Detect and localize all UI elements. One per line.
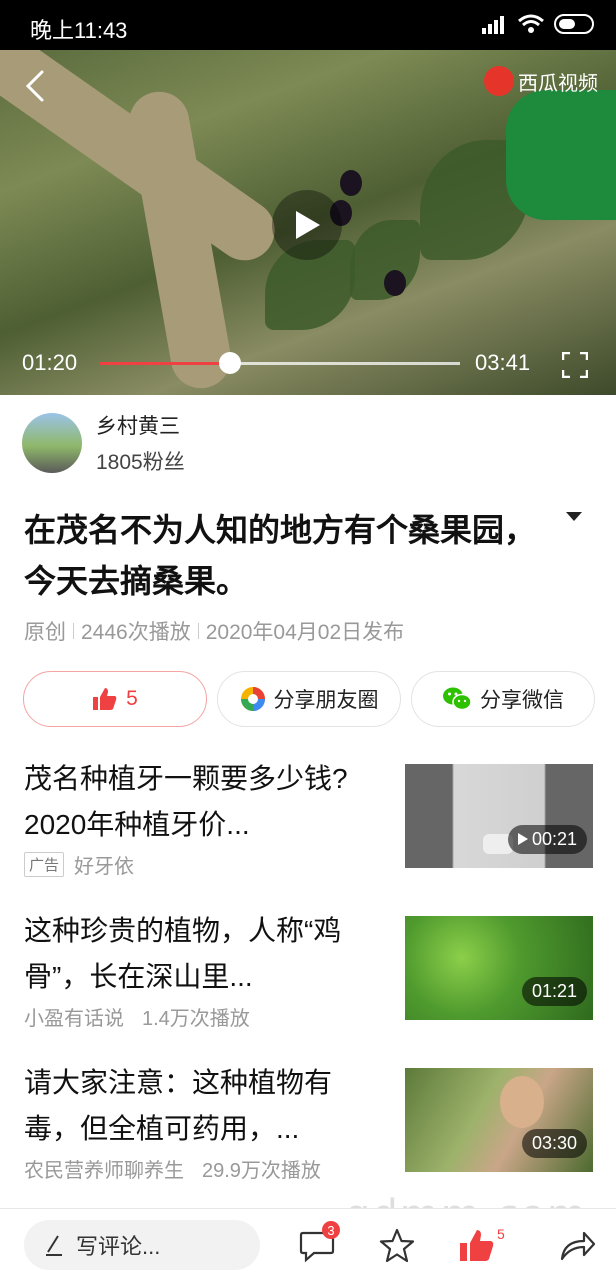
status-time: 晚上11:43 — [30, 18, 128, 43]
pen-icon — [46, 1235, 62, 1256]
back-icon[interactable] — [18, 68, 54, 104]
meta-play-count: 2446次播放 — [81, 621, 191, 644]
meta-divider — [197, 623, 199, 639]
expand-arrow-icon[interactable] — [564, 510, 584, 524]
feed-thumbnail[interactable]: 01:21 — [405, 916, 593, 1020]
star-icon[interactable] — [378, 1227, 416, 1265]
ad-tag: 广告 — [24, 852, 65, 877]
meta-divider — [73, 623, 74, 639]
thumbnail-person — [500, 1076, 544, 1128]
play-button[interactable] — [272, 190, 342, 260]
share-moments-label: 分享朋友圈 — [273, 689, 379, 712]
comment-input[interactable]: 写评论... — [24, 1220, 260, 1270]
video-duration: 00:21 — [507, 825, 587, 854]
feed-play-count: 29.9万次播放 — [202, 1160, 321, 1182]
feed-title: 请大家注意：这种植物有毒，但全植可药用，... — [24, 1067, 333, 1144]
xigua-logo-icon — [484, 66, 514, 96]
video-duration: 03:30 — [521, 1129, 587, 1158]
like-count: 5 — [126, 687, 138, 710]
video-title: 在茂名不为人知的地方有个桑果园，今天去摘桑果。 — [24, 512, 537, 599]
meta-original: 原创 — [24, 621, 66, 644]
video-frame-berry — [384, 270, 406, 296]
video-duration: 01:21 — [521, 977, 587, 1006]
wifi-icon — [518, 14, 544, 33]
list-item[interactable]: 茂名种植牙一颗要多少钱? 2020年种植牙价... 广告 好牙依 00:21 — [0, 756, 616, 878]
author-row[interactable]: 乡村黄三 1805粉丝 — [22, 412, 185, 474]
signal-icon — [482, 16, 504, 34]
share-wechat-button[interactable]: 分享微信 — [411, 671, 595, 727]
author-info: 乡村黄三 1805粉丝 — [96, 410, 185, 476]
feed-text: 茂名种植牙一颗要多少钱? 2020年种植牙价... 广告 好牙依 — [24, 756, 374, 879]
feed-text: 这种珍贵的植物，人称“鸡骨”，长在深山里... 小盈有话说 1.4万次播放 — [24, 908, 374, 1031]
video-player[interactable]: 西瓜视频 01:20 03:41 — [0, 50, 616, 395]
thumbs-up-icon — [93, 688, 117, 710]
feed-title: 这种珍贵的植物，人称“鸡骨”，长在深山里... — [24, 915, 342, 992]
feed-thumbnail[interactable]: 03:30 — [405, 1068, 593, 1172]
play-small-icon — [517, 833, 528, 845]
wechat-icon — [443, 687, 472, 711]
current-time: 01:20 — [22, 350, 78, 375]
play-icon — [296, 211, 320, 239]
feed-thumbnail[interactable]: 00:21 — [405, 764, 593, 868]
avatar[interactable] — [22, 413, 82, 473]
author-fans: 1805粉丝 — [96, 451, 185, 474]
progress-knob[interactable] — [218, 352, 241, 374]
feed-source: 农民营养师聊养生 — [24, 1160, 184, 1182]
share-wechat-label: 分享微信 — [480, 689, 564, 712]
feed-sub: 广告 好牙依 — [24, 850, 374, 879]
moments-icon — [240, 687, 265, 711]
source-logo-text: 西瓜视频 — [518, 72, 598, 95]
status-bar: 晚上11:43 — [0, 0, 616, 50]
comment-placeholder: 写评论... — [76, 1234, 161, 1259]
video-frame-berry — [340, 170, 362, 196]
bottom-bar: 写评论... 3 — [0, 1208, 616, 1280]
video-meta: 原创 2446次播放 2020年04月02日发布 — [24, 616, 404, 646]
battery-icon — [554, 14, 594, 34]
action-buttons: 5 分享朋友圈 分享微信 — [23, 671, 595, 727]
feed-title: 茂名种植牙一颗要多少钱? 2020年种植牙价... — [24, 763, 348, 840]
progress-slider[interactable] — [100, 352, 460, 374]
bottom-like-count: 5 — [497, 1226, 505, 1242]
status-icons — [482, 14, 594, 34]
list-item[interactable]: 请大家注意：这种植物有毒，但全植可药用，... 农民营养师聊养生 29.9万次播… — [0, 1060, 616, 1182]
comment-badge: 3 — [322, 1221, 340, 1239]
source-logo: 西瓜视频 — [484, 66, 598, 96]
feed-text: 请大家注意：这种植物有毒，但全植可药用，... 农民营养师聊养生 29.9万次播… — [24, 1060, 374, 1183]
feed-source: 小盈有话说 — [24, 1008, 124, 1030]
share-icon[interactable] — [558, 1227, 596, 1265]
feed-sub: 农民营养师聊养生 29.9万次播放 — [24, 1154, 374, 1183]
progress-fill — [100, 362, 230, 365]
feed-play-count: 1.4万次播放 — [142, 1008, 250, 1030]
feed-sub: 小盈有话说 1.4万次播放 — [24, 1002, 374, 1031]
video-duration-text: 00:21 — [531, 829, 577, 849]
like-icon[interactable] — [458, 1227, 496, 1265]
fullscreen-icon[interactable] — [562, 352, 588, 378]
list-item[interactable]: 这种珍贵的植物，人称“鸡骨”，长在深山里... 小盈有话说 1.4万次播放 01… — [0, 908, 616, 1030]
feed-source: 好牙依 — [74, 856, 135, 878]
author-name[interactable]: 乡村黄三 — [96, 410, 185, 440]
share-moments-button[interactable]: 分享朋友圈 — [217, 671, 401, 727]
meta-publish-date: 2020年04月02日发布 — [205, 621, 405, 644]
video-frame-sleeve — [506, 90, 616, 220]
total-time: 03:41 — [475, 350, 531, 375]
like-button[interactable]: 5 — [23, 671, 207, 727]
